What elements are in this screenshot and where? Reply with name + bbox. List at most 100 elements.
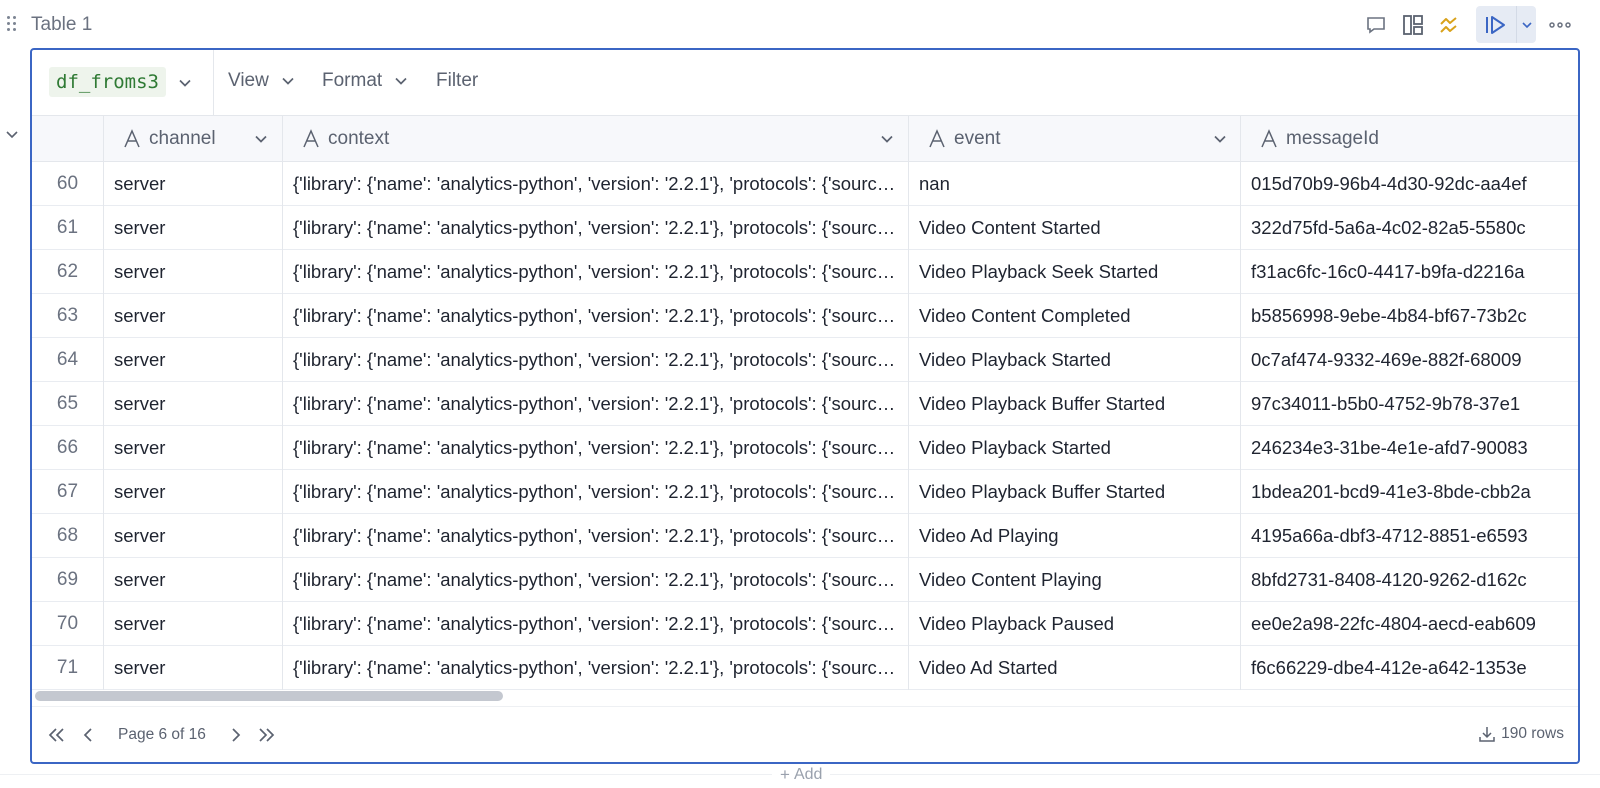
cell-context[interactable]: {'library': {'name': 'analytics-python',… (283, 558, 909, 602)
cell-event[interactable]: nan (909, 162, 1241, 206)
row-index[interactable]: 61 (32, 206, 104, 250)
row-index[interactable]: 64 (32, 338, 104, 382)
row-index[interactable]: 65 (32, 382, 104, 426)
cell-channel[interactable]: server (104, 514, 283, 558)
cell-channel[interactable]: server (104, 558, 283, 602)
table-row[interactable]: 65 server {'library': {'name': 'analytics-… (32, 382, 1578, 426)
drag-handle-icon[interactable] (7, 16, 19, 32)
table-row[interactable]: 63 server {'library': {'name': 'analytics-… (32, 294, 1578, 338)
cell-event[interactable]: Video Playback Paused (909, 602, 1241, 646)
format-menu[interactable]: Format (322, 70, 408, 92)
table-row[interactable]: 61 server {'library': {'name': 'analytics-… (32, 206, 1578, 250)
row-index[interactable]: 60 (32, 162, 104, 206)
chevron-down-icon[interactable] (254, 132, 268, 146)
chevron-down-icon[interactable] (178, 76, 192, 90)
dataframe-name[interactable]: df_froms3 (49, 67, 166, 97)
cell-channel[interactable]: server (104, 382, 283, 426)
cell-event[interactable]: Video Playback Started (909, 426, 1241, 470)
run-button[interactable] (1476, 6, 1516, 43)
cell-messageId[interactable]: 97c34011-b5b0-4752-9b78-37e1 (1241, 382, 1578, 426)
cell-context[interactable]: {'library': {'name': 'analytics-python',… (283, 250, 909, 294)
cell-messageId[interactable]: 322d75fd-5a6a-4c02-82a5-5580c (1241, 206, 1578, 250)
collapse-cell-button[interactable] (4, 126, 20, 142)
cell-context[interactable]: {'library': {'name': 'analytics-python',… (283, 602, 909, 646)
cell-channel[interactable]: server (104, 250, 283, 294)
table-row[interactable]: 70 server {'library': {'name': 'analytics-… (32, 602, 1578, 646)
first-page-button[interactable] (44, 723, 68, 747)
next-page-button[interactable] (224, 723, 248, 747)
comment-button[interactable] (1361, 10, 1391, 40)
cell-event[interactable]: Video Playback Started (909, 338, 1241, 382)
filter-button[interactable]: Filter (436, 70, 478, 92)
cell-context[interactable]: {'library': {'name': 'analytics-python',… (283, 646, 909, 690)
row-index[interactable]: 68 (32, 514, 104, 558)
cell-channel[interactable]: server (104, 206, 283, 250)
column-header-messageId[interactable]: messageId (1241, 116, 1578, 162)
cell-context[interactable]: {'library': {'name': 'analytics-python',… (283, 382, 909, 426)
cell-event[interactable]: Video Ad Playing (909, 514, 1241, 558)
cell-event[interactable]: Video Content Started (909, 206, 1241, 250)
column-header-context[interactable]: context (283, 116, 909, 162)
scrollbar-thumb[interactable] (35, 691, 503, 701)
cell-event[interactable]: Video Playback Buffer Started (909, 382, 1241, 426)
table-row[interactable]: 62 server {'library': {'name': 'analytics-… (32, 250, 1578, 294)
row-index[interactable]: 71 (32, 646, 104, 690)
cell-messageId[interactable]: f6c66229-dbe4-412e-a642-1353e (1241, 646, 1578, 690)
column-header-event[interactable]: event (909, 116, 1241, 162)
table-row[interactable]: 64 server {'library': {'name': 'analytics-… (32, 338, 1578, 382)
cell-messageId[interactable]: 4195a66a-dbf3-4712-8851-e6593 (1241, 514, 1578, 558)
previous-page-button[interactable] (76, 723, 100, 747)
row-index[interactable]: 69 (32, 558, 104, 602)
run-options-button[interactable] (1516, 6, 1536, 43)
more-button[interactable] (1545, 10, 1575, 40)
cell-context[interactable]: {'library': {'name': 'analytics-python',… (283, 426, 909, 470)
chevron-down-icon[interactable] (880, 132, 894, 146)
cell-messageId[interactable]: b5856998-9ebe-4b84-bf67-73b2c (1241, 294, 1578, 338)
cell-event[interactable]: Video Ad Started (909, 646, 1241, 690)
explore-button[interactable] (1434, 10, 1464, 40)
cell-context[interactable]: {'library': {'name': 'analytics-python',… (283, 514, 909, 558)
cell-messageId[interactable]: f31ac6fc-16c0-4417-b9fa-d2216a (1241, 250, 1578, 294)
chevron-down-icon[interactable] (1213, 132, 1227, 146)
column-header-channel[interactable]: channel (104, 116, 283, 162)
cell-context[interactable]: {'library': {'name': 'analytics-python',… (283, 294, 909, 338)
table-row[interactable]: 60 server {'library': {'name': 'analytics-… (32, 162, 1578, 206)
cell-event[interactable]: Video Content Playing (909, 558, 1241, 602)
dataframe-select[interactable]: df_froms3 (32, 50, 214, 116)
cell-messageId[interactable]: ee0e2a98-22fc-4804-aecd-eab609 (1241, 602, 1578, 646)
cell-event[interactable]: Video Playback Buffer Started (909, 470, 1241, 514)
layout-button[interactable] (1398, 10, 1428, 40)
cell-context[interactable]: {'library': {'name': 'analytics-python',… (283, 206, 909, 250)
cell-channel[interactable]: server (104, 602, 283, 646)
cell-messageId[interactable]: 246234e3-31be-4e1e-afd7-90083 (1241, 426, 1578, 470)
cell-event[interactable]: Video Content Completed (909, 294, 1241, 338)
table-row[interactable]: 66 server {'library': {'name': 'analytics-… (32, 426, 1578, 470)
download-icon[interactable] (1478, 725, 1496, 743)
cell-title[interactable]: Table 1 (31, 14, 92, 36)
cell-event[interactable]: Video Playback Seek Started (909, 250, 1241, 294)
row-index[interactable]: 70 (32, 602, 104, 646)
cell-messageId[interactable]: 1bdea201-bcd9-41e3-8bde-cbb2a (1241, 470, 1578, 514)
cell-context[interactable]: {'library': {'name': 'analytics-python',… (283, 162, 909, 206)
cell-channel[interactable]: server (104, 470, 283, 514)
row-index[interactable]: 67 (32, 470, 104, 514)
table-row[interactable]: 69 server {'library': {'name': 'analytics-… (32, 558, 1578, 602)
cell-channel[interactable]: server (104, 294, 283, 338)
cell-channel[interactable]: server (104, 338, 283, 382)
cell-messageId[interactable]: 8bfd2731-8408-4120-9262-d162c (1241, 558, 1578, 602)
table-row[interactable]: 67 server {'library': {'name': 'analytics-… (32, 470, 1578, 514)
cell-channel[interactable]: server (104, 646, 283, 690)
row-index[interactable]: 62 (32, 250, 104, 294)
cell-context[interactable]: {'library': {'name': 'analytics-python',… (283, 470, 909, 514)
cell-context[interactable]: {'library': {'name': 'analytics-python',… (283, 338, 909, 382)
table-row[interactable]: 71 server {'library': {'name': 'analytics-… (32, 646, 1578, 690)
table-row[interactable]: 68 server {'library': {'name': 'analytics-… (32, 514, 1578, 558)
last-page-button[interactable] (255, 723, 279, 747)
cell-channel[interactable]: server (104, 426, 283, 470)
row-index[interactable]: 63 (32, 294, 104, 338)
horizontal-scrollbar[interactable] (32, 686, 1578, 702)
row-index[interactable]: 66 (32, 426, 104, 470)
cell-channel[interactable]: server (104, 162, 283, 206)
add-cell-button[interactable]: + Add (772, 764, 831, 786)
cell-messageId[interactable]: 015d70b9-96b4-4d30-92dc-aa4ef (1241, 162, 1578, 206)
